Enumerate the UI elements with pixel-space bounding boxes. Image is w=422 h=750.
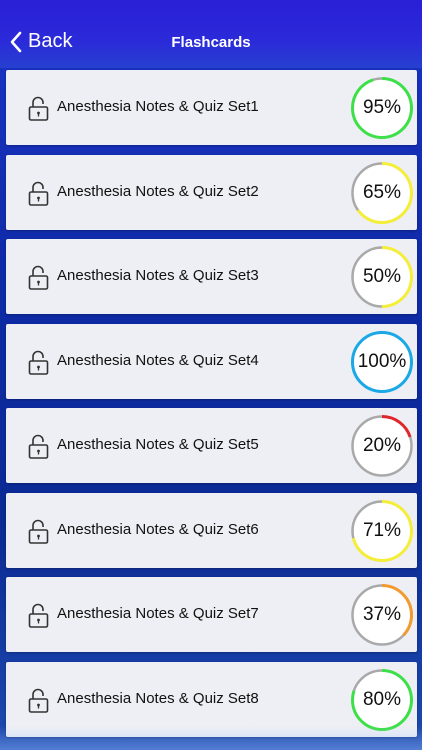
flashcard-set-label: Anesthesia Notes & Quiz Set6 bbox=[57, 521, 259, 538]
background-glow bbox=[0, 726, 422, 750]
progress-ring bbox=[351, 246, 413, 308]
flashcard-set-row[interactable]: Anesthesia Notes & Quiz Set4 100% bbox=[6, 324, 417, 399]
progress-ring bbox=[351, 331, 413, 393]
unlock-icon bbox=[28, 265, 49, 290]
unlock-icon bbox=[28, 181, 49, 206]
flashcard-set-row[interactable]: Anesthesia Notes & Quiz Set1 95% bbox=[6, 70, 417, 145]
flashcard-set-row[interactable]: Anesthesia Notes & Quiz Set7 37% bbox=[6, 577, 417, 652]
flashcard-list: Anesthesia Notes & Quiz Set1 95% Anesthesi… bbox=[0, 0, 422, 750]
progress-ring bbox=[351, 77, 413, 139]
progress-ring bbox=[351, 500, 413, 562]
flashcard-set-row[interactable]: Anesthesia Notes & Quiz Set6 71% bbox=[6, 493, 417, 568]
unlock-icon bbox=[28, 603, 49, 628]
unlock-icon bbox=[28, 350, 49, 375]
flashcard-set-row[interactable]: Anesthesia Notes & Quiz Set5 20% bbox=[6, 408, 417, 483]
unlock-icon bbox=[28, 688, 49, 713]
flashcard-set-label: Anesthesia Notes & Quiz Set1 bbox=[57, 98, 259, 115]
progress-ring bbox=[351, 669, 413, 731]
flashcard-set-label: Anesthesia Notes & Quiz Set2 bbox=[57, 183, 259, 200]
flashcard-set-label: Anesthesia Notes & Quiz Set7 bbox=[57, 605, 259, 622]
flashcard-set-row[interactable]: Anesthesia Notes & Quiz Set2 65% bbox=[6, 155, 417, 230]
flashcard-set-label: Anesthesia Notes & Quiz Set8 bbox=[57, 690, 259, 707]
progress-ring bbox=[351, 415, 413, 477]
flashcard-set-label: Anesthesia Notes & Quiz Set5 bbox=[57, 436, 259, 453]
flashcard-set-label: Anesthesia Notes & Quiz Set3 bbox=[57, 267, 259, 284]
progress-ring bbox=[351, 584, 413, 646]
unlock-icon bbox=[28, 434, 49, 459]
unlock-icon bbox=[28, 96, 49, 121]
progress-ring bbox=[351, 162, 413, 224]
unlock-icon bbox=[28, 519, 49, 544]
flashcard-set-label: Anesthesia Notes & Quiz Set4 bbox=[57, 352, 259, 369]
flashcard-set-row[interactable]: Anesthesia Notes & Quiz Set3 50% bbox=[6, 239, 417, 314]
